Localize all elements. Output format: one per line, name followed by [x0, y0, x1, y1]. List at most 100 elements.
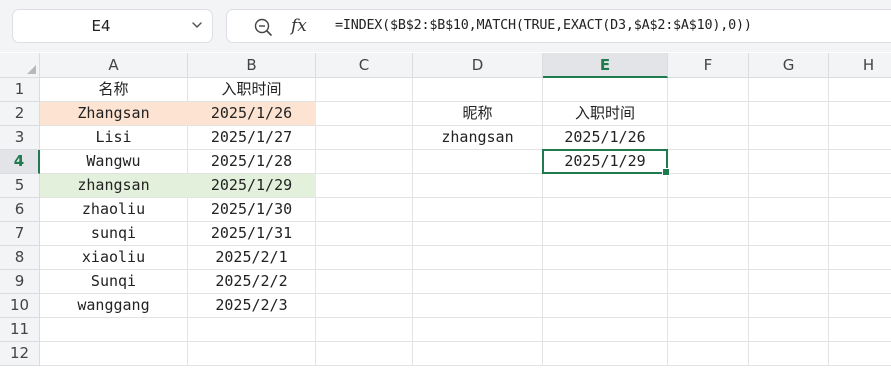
- row-header-12[interactable]: 12: [0, 342, 40, 366]
- cell-f9[interactable]: [668, 270, 749, 294]
- cell-d7[interactable]: [413, 222, 543, 246]
- column-header-c[interactable]: C: [316, 53, 413, 78]
- cell-a9[interactable]: Sunqi: [40, 270, 188, 294]
- cell-c10[interactable]: [316, 294, 413, 318]
- cell-c9[interactable]: [316, 270, 413, 294]
- cell-d1[interactable]: [413, 78, 543, 102]
- cell-f2[interactable]: [668, 102, 749, 126]
- cell-g7[interactable]: [749, 222, 829, 246]
- cell-f10[interactable]: [668, 294, 749, 318]
- cell-e12[interactable]: [543, 342, 668, 366]
- cell-g9[interactable]: [749, 270, 829, 294]
- cell-d4[interactable]: [413, 150, 543, 174]
- cell-e3[interactable]: 2025/1/26: [543, 126, 668, 150]
- cell-a3[interactable]: Lisi: [40, 126, 188, 150]
- cell-g6[interactable]: [749, 198, 829, 222]
- select-all-corner[interactable]: [0, 53, 40, 78]
- cell-c4[interactable]: [316, 150, 413, 174]
- formula-bar[interactable]: fx =INDEX($B$2:$B$10,MATCH(TRUE,EXACT(D3…: [226, 9, 891, 43]
- cell-e10[interactable]: [543, 294, 668, 318]
- row-header-10[interactable]: 10: [0, 294, 40, 318]
- cell-d11[interactable]: [413, 318, 543, 342]
- cell-a5[interactable]: zhangsan: [40, 174, 188, 198]
- cell-f1[interactable]: [668, 78, 749, 102]
- cell-g5[interactable]: [749, 174, 829, 198]
- cell-g12[interactable]: [749, 342, 829, 366]
- cell-g1[interactable]: [749, 78, 829, 102]
- cell-g3[interactable]: [749, 126, 829, 150]
- cell-a7[interactable]: sunqi: [40, 222, 188, 246]
- cell-e6[interactable]: [543, 198, 668, 222]
- cell-e2[interactable]: 入职时间: [543, 102, 668, 126]
- cell-e11[interactable]: [543, 318, 668, 342]
- column-header-d[interactable]: D: [413, 53, 543, 78]
- row-header-2[interactable]: 2: [0, 102, 40, 126]
- cell-a11[interactable]: [40, 318, 188, 342]
- cell-g11[interactable]: [749, 318, 829, 342]
- cell-d3[interactable]: zhangsan: [413, 126, 543, 150]
- cell-d10[interactable]: [413, 294, 543, 318]
- cell-d9[interactable]: [413, 270, 543, 294]
- cell-b9[interactable]: 2025/2/2: [188, 270, 316, 294]
- cell-a2[interactable]: Zhangsan: [40, 102, 188, 126]
- row-header-6[interactable]: 6: [0, 198, 40, 222]
- formula-input[interactable]: =INDEX($B$2:$B$10,MATCH(TRUE,EXACT(D3,$A…: [335, 10, 752, 42]
- cell-b8[interactable]: 2025/2/1: [188, 246, 316, 270]
- cell-c5[interactable]: [316, 174, 413, 198]
- cell-h10[interactable]: [829, 294, 891, 318]
- cell-h3[interactable]: [829, 126, 891, 150]
- cell-e7[interactable]: [543, 222, 668, 246]
- chevron-down-icon[interactable]: [190, 18, 204, 32]
- cell-d6[interactable]: [413, 198, 543, 222]
- cell-f7[interactable]: [668, 222, 749, 246]
- zoom-formula-icon[interactable]: [253, 17, 273, 37]
- cell-c8[interactable]: [316, 246, 413, 270]
- cell-g4[interactable]: [749, 150, 829, 174]
- cell-h4[interactable]: [829, 150, 891, 174]
- cell-f5[interactable]: [668, 174, 749, 198]
- row-header-8[interactable]: 8: [0, 246, 40, 270]
- column-header-g[interactable]: G: [749, 53, 829, 78]
- cell-h1[interactable]: [829, 78, 891, 102]
- cell-d12[interactable]: [413, 342, 543, 366]
- cell-c12[interactable]: [316, 342, 413, 366]
- cell-f8[interactable]: [668, 246, 749, 270]
- cell-b2[interactable]: 2025/1/26: [188, 102, 316, 126]
- row-header-3[interactable]: 3: [0, 126, 40, 150]
- cell-b3[interactable]: 2025/1/27: [188, 126, 316, 150]
- column-header-f[interactable]: F: [668, 53, 749, 78]
- cell-c11[interactable]: [316, 318, 413, 342]
- cell-c1[interactable]: [316, 78, 413, 102]
- cell-g2[interactable]: [749, 102, 829, 126]
- column-header-b[interactable]: B: [188, 53, 316, 78]
- cell-e5[interactable]: [543, 174, 668, 198]
- name-box[interactable]: E4: [12, 9, 213, 43]
- cell-c3[interactable]: [316, 126, 413, 150]
- name-box-value[interactable]: E4: [13, 10, 189, 42]
- cell-h7[interactable]: [829, 222, 891, 246]
- cell-e9[interactable]: [543, 270, 668, 294]
- row-header-7[interactable]: 7: [0, 222, 40, 246]
- cell-b10[interactable]: 2025/2/3: [188, 294, 316, 318]
- cell-h5[interactable]: [829, 174, 891, 198]
- cell-a4[interactable]: Wangwu: [40, 150, 188, 174]
- cell-h6[interactable]: [829, 198, 891, 222]
- cell-c2[interactable]: [316, 102, 413, 126]
- row-header-11[interactable]: 11: [0, 318, 40, 342]
- cell-b12[interactable]: [188, 342, 316, 366]
- cell-f3[interactable]: [668, 126, 749, 150]
- cell-d8[interactable]: [413, 246, 543, 270]
- cell-f6[interactable]: [668, 198, 749, 222]
- cell-g8[interactable]: [749, 246, 829, 270]
- row-header-5[interactable]: 5: [0, 174, 40, 198]
- cell-b1[interactable]: 入职时间: [188, 78, 316, 102]
- cell-h2[interactable]: [829, 102, 891, 126]
- row-header-4[interactable]: 4: [0, 150, 40, 174]
- column-header-e[interactable]: E: [543, 53, 668, 78]
- cell-f11[interactable]: [668, 318, 749, 342]
- cell-h9[interactable]: [829, 270, 891, 294]
- cell-b5[interactable]: 2025/1/29: [188, 174, 316, 198]
- cell-h11[interactable]: [829, 318, 891, 342]
- cell-c7[interactable]: [316, 222, 413, 246]
- cell-f4[interactable]: [668, 150, 749, 174]
